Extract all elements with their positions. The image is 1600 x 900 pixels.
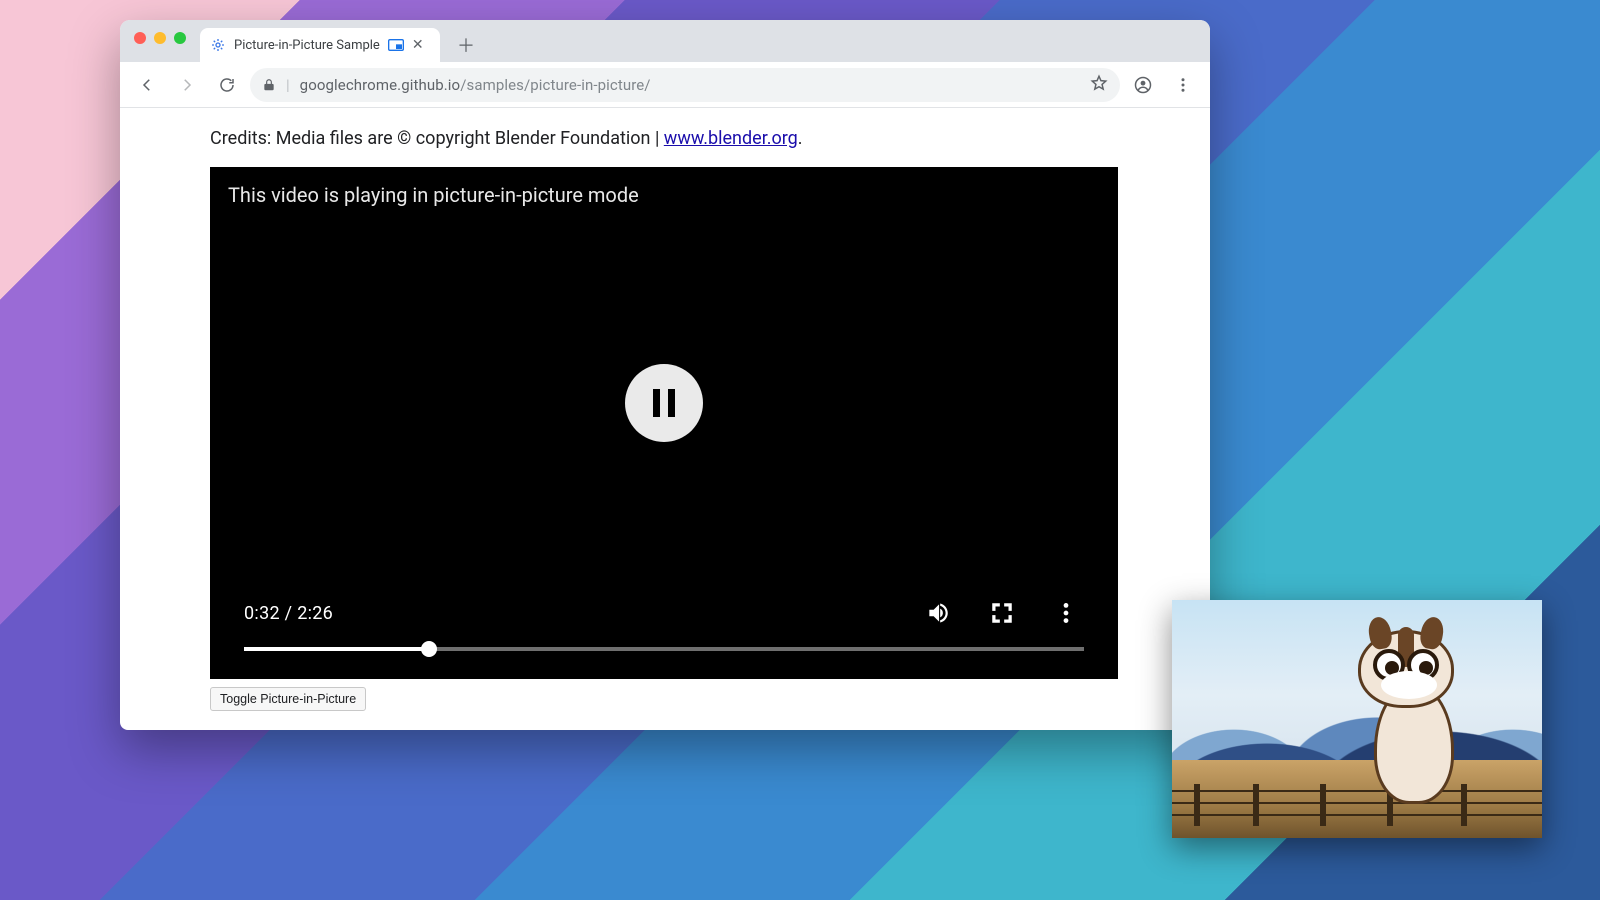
new-tab-button[interactable]: ＋ — [452, 31, 480, 59]
window-controls — [134, 32, 186, 44]
bookmark-star-icon[interactable] — [1090, 74, 1108, 96]
video-controls: 0:32 / 2:26 — [210, 595, 1118, 631]
pip-window[interactable] — [1172, 600, 1542, 838]
window-zoom-button[interactable] — [174, 32, 186, 44]
pip-character — [1338, 624, 1498, 804]
omnibox-separator: | — [286, 76, 290, 94]
video-volume-button[interactable] — [920, 595, 956, 631]
video-progress-thumb[interactable] — [421, 641, 437, 657]
credits-link[interactable]: www.blender.org — [664, 128, 798, 149]
nav-forward-button[interactable] — [170, 68, 204, 102]
tab-close-button[interactable]: ✕ — [412, 38, 424, 52]
video-fullscreen-button[interactable] — [984, 595, 1020, 631]
video-pip-message: This video is playing in picture-in-pict… — [228, 183, 639, 207]
toggle-pip-button[interactable]: Toggle Picture-in-Picture — [210, 687, 366, 711]
video-time-display: 0:32 / 2:26 — [244, 603, 333, 624]
omnibox-path: /samples/picture-in-picture/ — [460, 76, 650, 94]
omnibox-host: googlechrome.github.io — [300, 76, 461, 94]
credits-suffix: . — [798, 128, 803, 149]
nav-reload-button[interactable] — [210, 68, 244, 102]
window-minimize-button[interactable] — [154, 32, 166, 44]
tab-strip: Picture-in-Picture Sample ✕ ＋ — [120, 20, 1210, 62]
pip-video-frame — [1172, 600, 1542, 838]
tab-title: Picture-in-Picture Sample — [234, 38, 380, 53]
video-progress-fill — [244, 647, 429, 651]
lock-icon — [262, 78, 276, 92]
page-viewport: Credits: Media files are © copyright Ble… — [120, 108, 1210, 730]
active-tab[interactable]: Picture-in-Picture Sample ✕ — [200, 28, 440, 62]
tab-favicon-icon — [210, 37, 226, 53]
video-player[interactable]: This video is playing in picture-in-pict… — [210, 167, 1118, 679]
video-pause-button[interactable] — [625, 364, 703, 442]
pip-indicator-icon — [388, 39, 404, 51]
nav-back-button[interactable] — [130, 68, 164, 102]
omnibox-url: googlechrome.github.io/samples/picture-i… — [300, 76, 651, 94]
browser-menu-button[interactable] — [1166, 68, 1200, 102]
credits-text: Credits: Media files are © copyright Ble… — [210, 128, 664, 149]
profile-avatar-button[interactable] — [1126, 68, 1160, 102]
browser-toolbar: | googlechrome.github.io/samples/picture… — [120, 62, 1210, 108]
video-more-button[interactable] — [1048, 595, 1084, 631]
video-progress-slider[interactable] — [244, 647, 1084, 651]
pause-icon — [653, 389, 675, 417]
video-duration: 2:26 — [297, 603, 333, 624]
video-current-time: 0:32 — [244, 603, 280, 624]
credits-line: Credits: Media files are © copyright Ble… — [210, 128, 1120, 149]
window-close-button[interactable] — [134, 32, 146, 44]
video-time-sep: / — [280, 603, 297, 624]
address-bar[interactable]: | googlechrome.github.io/samples/picture… — [250, 68, 1120, 102]
browser-window: Picture-in-Picture Sample ✕ ＋ | googlech… — [120, 20, 1210, 730]
